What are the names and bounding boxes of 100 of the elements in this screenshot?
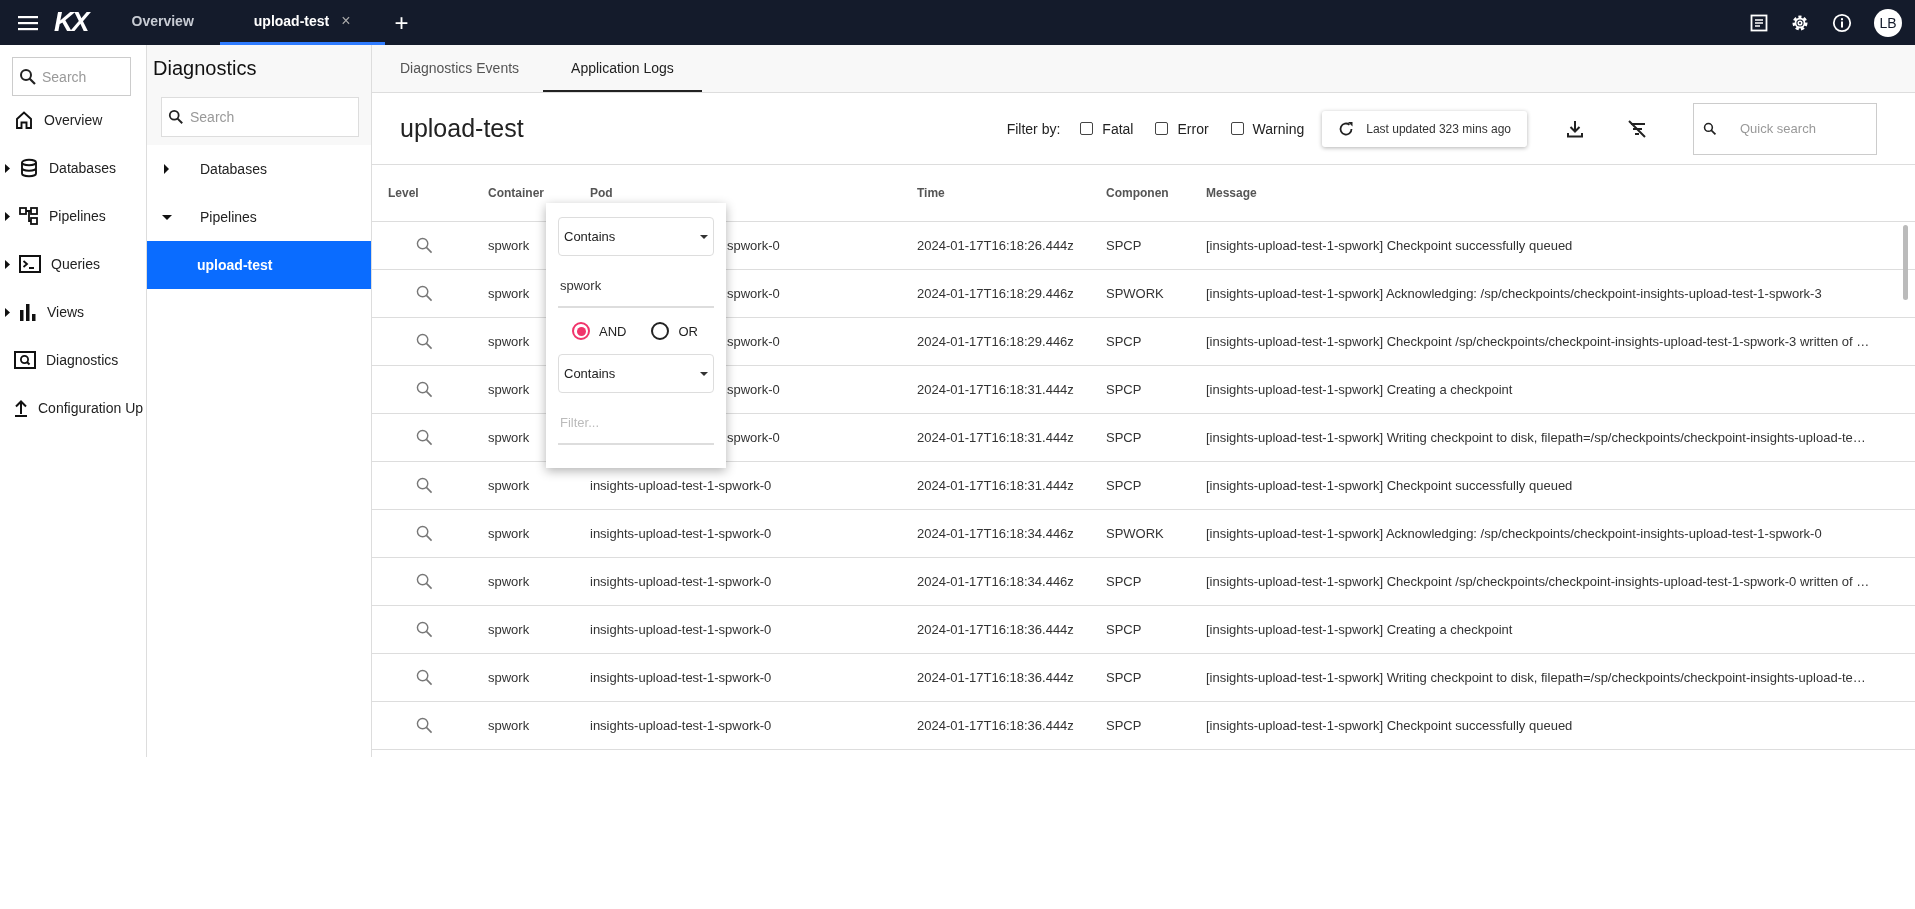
table-cell: spwork-0: [727, 334, 780, 349]
terminal-icon: [19, 255, 41, 273]
table-cell: [insights-upload-test-1-spwork] Checkpoint /sp/checkpoints/checkpoint-insights-upload-test-1-spwork-3 written of …: [1206, 334, 1870, 349]
panel-title: Diagnostics: [153, 57, 258, 80]
table-cell: 2024-01-17T16:18:36.444z: [917, 718, 1074, 733]
table-cell: [insights-upload-test-1-spwork] Checkpoint successfully queued: [1206, 718, 1573, 733]
close-icon[interactable]: ×: [341, 12, 351, 30]
notes-icon[interactable]: [1750, 13, 1768, 32]
filter-label: Filter by:: [1006, 120, 1061, 137]
info-icon[interactable]: [1832, 12, 1852, 33]
filter-off-icon[interactable]: [1627, 119, 1647, 138]
table-cell: 2024-01-17T16:18:36.444z: [917, 670, 1074, 685]
search-icon[interactable]: [416, 621, 433, 638]
tree-item[interactable]: upload-test: [147, 241, 371, 289]
search-icon[interactable]: [416, 669, 433, 686]
radio-option[interactable]: AND: [572, 322, 627, 340]
table-cell: 2024-01-17T16:18:31.444z: [917, 430, 1074, 445]
search-icon: [168, 109, 184, 125]
radio-option[interactable]: OR: [651, 322, 698, 340]
column-header[interactable]: Level: [372, 186, 472, 200]
search-icon[interactable]: [416, 381, 433, 398]
table-cell: 2024-01-17T16:18:36.444z: [917, 622, 1074, 637]
avatar[interactable]: LB: [1874, 8, 1902, 37]
table-cell: spwork-0: [727, 286, 780, 301]
caret-icon: [5, 259, 10, 269]
table-cell: 2024-01-17T16:18:26.444z: [917, 238, 1074, 253]
home-icon: [14, 110, 34, 130]
table-cell: 2024-01-17T16:18:29.446z: [917, 286, 1074, 301]
search-icon[interactable]: [416, 525, 433, 542]
table-cell: [insights-upload-test-1-spwork] Creating a checkpoint: [1206, 622, 1513, 637]
table-cell: insights-upload-test-1-spwork-0: [590, 718, 772, 733]
filter-checkbox[interactable]: Warning: [1230, 120, 1305, 137]
filter-checkbox[interactable]: Fatal: [1080, 120, 1134, 137]
scrollbar[interactable]: [1903, 225, 1908, 300]
table-cell: [insights-upload-test-1-spwork] Creating a checkpoint: [1206, 382, 1513, 397]
caret-icon: [164, 164, 169, 174]
table-cell: SPWORK: [1106, 526, 1164, 541]
table-cell: spwork: [488, 334, 530, 349]
column-header[interactable]: Time: [901, 186, 1090, 200]
search-box-icon: [14, 351, 36, 369]
nav-item[interactable]: Queries: [0, 240, 146, 288]
tree-item[interactable]: Pipelines: [147, 193, 371, 241]
column-header[interactable]: Pod: [574, 186, 901, 200]
table-cell: SPCP: [1106, 334, 1142, 349]
logo: KX: [54, 7, 88, 38]
table-cell: spwork: [488, 670, 530, 685]
search-icon[interactable]: [416, 429, 433, 446]
search-icon[interactable]: [416, 285, 433, 302]
search-icon[interactable]: [416, 573, 433, 590]
tree-item[interactable]: Databases: [147, 145, 371, 193]
refresh-icon: [1338, 120, 1355, 137]
table-cell: spwork-0: [727, 430, 780, 445]
download-icon[interactable]: [1567, 119, 1583, 138]
table-cell: insights-upload-test-1-spwork-0: [590, 622, 772, 637]
tab[interactable]: Diagnostics Events: [400, 45, 520, 92]
condition-dropdown[interactable]: Contains: [558, 354, 714, 393]
search-icon[interactable]: [416, 237, 433, 254]
caret-icon: [5, 307, 10, 317]
condition-dropdown[interactable]: Contains: [558, 217, 714, 256]
page-title: upload-test: [400, 114, 524, 143]
nav-item[interactable]: Databases: [0, 144, 146, 192]
table-cell: [insights-upload-test-1-spwork] Checkpoint /sp/checkpoints/checkpoint-insights-upload-test-1-spwork-0 written of …: [1206, 574, 1870, 589]
table-cell: SPCP: [1106, 382, 1142, 397]
column-header[interactable]: Componen: [1090, 186, 1190, 200]
filter-checkbox[interactable]: Error: [1155, 120, 1209, 137]
tab[interactable]: Application Logs: [543, 45, 702, 92]
table-cell: insights-upload-test-1-spwork-0: [590, 670, 772, 685]
column-header[interactable]: Message: [1190, 186, 1915, 200]
nav-item[interactable]: Diagnostics: [0, 336, 146, 384]
table-cell: [insights-upload-test-1-spwork] Writing checkpoint to disk, filepath=/sp/checkpoints/checkpoint-insights-upload-te…: [1206, 670, 1866, 685]
table-cell: SPWORK: [1106, 286, 1164, 301]
pipeline-icon: [19, 206, 39, 226]
table-cell: 2024-01-17T16:18:29.446z: [917, 334, 1074, 349]
search-icon[interactable]: [416, 333, 433, 350]
search-field[interactable]: Search: [12, 57, 131, 96]
refresh-button[interactable]: Last updated 323 mins ago: [1322, 110, 1527, 147]
table-cell: 2024-01-17T16:18:31.444z: [917, 382, 1074, 397]
search-field[interactable]: Quick search: [1693, 102, 1877, 155]
search-icon[interactable]: [416, 717, 433, 734]
table-cell: [insights-upload-test-1-spwork] Checkpoint successfully queued: [1206, 478, 1573, 493]
search-icon[interactable]: [416, 477, 433, 494]
search-field[interactable]: Search: [161, 97, 359, 137]
caret-icon: [700, 371, 708, 376]
table-cell: SPCP: [1106, 670, 1142, 685]
tab[interactable]: Overview: [107, 0, 218, 45]
nav-item[interactable]: Configuration Up: [0, 384, 146, 432]
database-icon: [19, 158, 39, 178]
nav-item[interactable]: Overview: [0, 96, 146, 144]
table-cell: spwork: [488, 430, 530, 445]
caret-icon: [700, 234, 708, 239]
column-header[interactable]: Container: [472, 186, 574, 200]
table-cell: [insights-upload-test-1-spwork] Acknowledging: /sp/checkpoints/checkpoint-insights-upload-test-1-spwork-3: [1206, 286, 1822, 301]
add-tab-button[interactable]: +: [394, 10, 409, 35]
table-cell: spwork: [488, 718, 530, 733]
menu-icon[interactable]: [18, 14, 38, 31]
caret-icon: [5, 211, 10, 221]
nav-item[interactable]: Views: [0, 288, 146, 336]
table-cell: spwork: [488, 622, 530, 637]
table-cell: [insights-upload-test-1-spwork] Acknowledging: /sp/checkpoints/checkpoint-insights-upload-test-1-spwork-0: [1206, 526, 1822, 541]
nav-item[interactable]: Pipelines: [0, 192, 146, 240]
